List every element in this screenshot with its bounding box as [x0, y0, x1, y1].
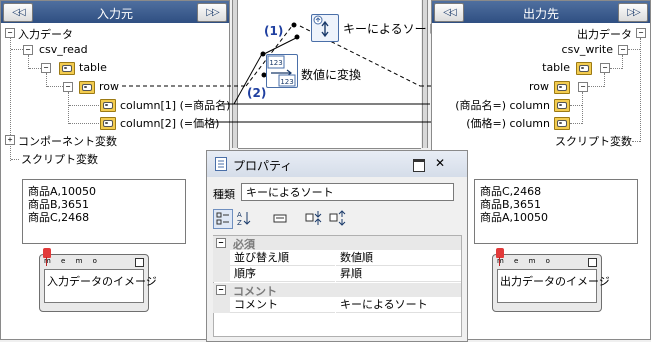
sort-arrows-icon — [313, 15, 329, 38]
output-memo[interactable]: m e m o 出力データのイメージ — [492, 254, 610, 312]
category-collapse-icon[interactable]: − — [216, 238, 226, 248]
collapse-all-icon — [329, 210, 346, 226]
convert-node-icon[interactable]: 123 123 — [266, 54, 298, 88]
output-column2-folder-icon — [554, 117, 570, 130]
property-name: コメント — [230, 297, 335, 313]
svg-text:A: A — [237, 211, 242, 219]
link-node — [291, 22, 297, 28]
tree-guide — [570, 105, 582, 106]
number-convert-icon: 123 123 — [267, 55, 296, 87]
property-value[interactable]: 昇順 — [336, 266, 461, 282]
convert-node-label[interactable]: 数値に変換 — [301, 66, 361, 83]
link-node — [260, 51, 266, 57]
tree-expander-output-table[interactable]: − — [600, 63, 610, 73]
output-memo-text[interactable]: 出力データのイメージ — [497, 269, 610, 303]
output-next-button[interactable]: ▷▷ — [618, 3, 648, 22]
row-gutter — [213, 297, 230, 313]
tree-expander-output-root[interactable]: − — [636, 28, 646, 38]
tree-expander-csv-write[interactable]: − — [618, 45, 628, 55]
sort-alpha-button[interactable]: A Z — [235, 209, 253, 227]
property-name: 並び替え順 — [230, 250, 335, 266]
categorized-icon — [216, 212, 229, 225]
property-value[interactable]: キーによるソート — [336, 297, 461, 313]
collapse-all-button[interactable] — [329, 209, 347, 227]
categorized-view-button[interactable] — [213, 209, 233, 229]
marker-2: (2) — [247, 86, 267, 100]
marker-1: (1) — [264, 24, 284, 38]
tree-guide — [610, 68, 622, 69]
row-gutter — [213, 250, 230, 266]
output-row-folder-icon — [554, 81, 570, 94]
tree-guide — [622, 55, 623, 69]
property-name: 順序 — [230, 266, 335, 282]
properties-title: プロパティ — [233, 159, 293, 173]
output-data-line: 商品A,10050 — [480, 211, 549, 224]
property-value[interactable]: 数値順 — [336, 250, 461, 266]
category-required[interactable]: − 必須 — [213, 236, 461, 251]
window-menu-icon[interactable] — [413, 159, 425, 172]
property-pages-icon — [273, 214, 287, 223]
tree-node-output-column2[interactable]: (価格=) column — [466, 115, 550, 131]
output-panel-header: ◁◁ 出力先 ▷▷ — [432, 1, 650, 23]
convert-icon-text-top: 123 — [269, 59, 282, 67]
category-collapse-icon[interactable]: − — [216, 285, 226, 295]
close-icon[interactable]: ✕ — [435, 156, 445, 170]
tree-node-output-scripts[interactable]: スクリプト変数 — [555, 133, 632, 149]
pin-icon — [496, 248, 504, 258]
kind-label: 種類 — [213, 188, 235, 201]
tree-expander-output-row[interactable]: − — [578, 82, 588, 92]
tree-guide — [628, 49, 640, 50]
link-node — [294, 34, 300, 40]
property-row[interactable]: コメント キーによるソート — [213, 297, 461, 313]
properties-window: プロパティ ✕ 種類 キーによるソート A Z − 必須 並び替え順 数値順 順… — [206, 150, 468, 342]
pin-stem — [499, 257, 500, 266]
tree-node-output-row[interactable]: row — [529, 80, 549, 93]
memo-header: m e m o — [497, 257, 554, 265]
tree-node-output-column1[interactable]: (商品名=) column — [455, 97, 550, 113]
tree-guide — [604, 73, 605, 87]
property-pages-button[interactable] — [271, 209, 289, 227]
tree-node-csv-write[interactable]: csv_write — [562, 43, 613, 56]
tree-guide — [582, 92, 583, 124]
tree-node-output-table[interactable]: table — [542, 61, 570, 74]
output-data-box: 商品C,2468 商品B,3651 商品A,10050 — [474, 179, 638, 244]
properties-icon — [215, 157, 227, 171]
convert-link-sort — [263, 37, 297, 55]
expand-all-button[interactable] — [305, 209, 323, 227]
output-table-folder-icon — [576, 62, 592, 75]
tree-guide — [640, 38, 641, 142]
sort-node-label[interactable]: キーによるソート — [343, 20, 439, 37]
output-column1-folder-icon — [554, 99, 570, 112]
convert-icon-text-bottom: 123 — [280, 78, 293, 86]
tree-guide — [632, 141, 640, 142]
tree-guide — [588, 86, 604, 87]
expand-all-icon — [305, 211, 322, 225]
sort-node-icon[interactable] — [311, 14, 339, 42]
tree-guide — [570, 123, 582, 124]
row-gutter — [213, 266, 230, 282]
property-row[interactable]: 順序 昇順 — [213, 266, 461, 282]
memo-menu-icon[interactable] — [588, 258, 597, 267]
property-row[interactable]: 並び替え順 数値順 — [213, 250, 461, 266]
svg-text:Z: Z — [237, 219, 242, 227]
sort-alpha-icon: A Z — [237, 211, 251, 227]
tree-node-output-data[interactable]: 出力データ — [577, 26, 632, 42]
kind-field[interactable]: キーによるソート — [241, 183, 454, 201]
properties-titlebar[interactable]: プロパティ ✕ — [207, 151, 467, 177]
category-comment[interactable]: − コメント — [213, 283, 461, 298]
